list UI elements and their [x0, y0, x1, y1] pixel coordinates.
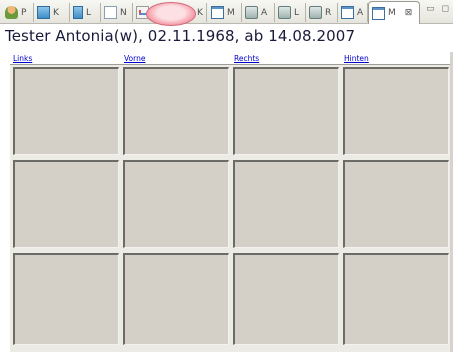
column-link-hinten[interactable]: Hinten [344, 54, 369, 63]
tab-label: M [388, 8, 396, 18]
piggy-bank-icon[interactable] [146, 2, 196, 26]
tab-a[interactable]: A [242, 3, 275, 22]
image-cell-rechts-1[interactable] [233, 67, 339, 155]
tab-label: K [197, 7, 203, 18]
printer-icon [278, 6, 291, 19]
image-cell-hinten-1[interactable] [343, 67, 449, 155]
tab-r[interactable]: R [306, 3, 338, 22]
editor-tab-bar: P K L N B K M A L R A M ⊠ ▭ [0, 0, 453, 26]
person-icon [5, 6, 18, 19]
image-cell-hinten-3[interactable] [343, 253, 449, 345]
tab-label: K [53, 7, 59, 18]
tab-label: A [357, 7, 364, 18]
image-cell-vorne-3[interactable] [123, 253, 229, 345]
image-cell-rechts-2[interactable] [233, 160, 339, 248]
image-cell-rechts-3[interactable] [233, 253, 339, 345]
document-icon [104, 6, 117, 19]
column-header-links: Links [10, 52, 121, 65]
close-icon[interactable]: ⊠ [405, 8, 413, 18]
image-cell-vorne-2[interactable] [123, 160, 229, 248]
tab-l2[interactable]: L [275, 3, 306, 22]
tab-k2[interactable]: K [194, 3, 207, 22]
window-icon [211, 6, 224, 19]
tab-n[interactable]: N [101, 3, 133, 22]
tab-label: R [325, 7, 332, 18]
computer-icon [37, 6, 50, 19]
tab-k[interactable]: K [34, 3, 70, 22]
tab-l[interactable]: L [70, 3, 101, 22]
printer-icon [245, 6, 258, 19]
tab-m[interactable]: M [208, 3, 242, 22]
printer-icon [309, 6, 322, 19]
tab-label: L [294, 7, 300, 18]
image-cell-links-1[interactable] [13, 67, 119, 155]
tab-label: N [120, 7, 127, 18]
tab-label: P [21, 7, 27, 18]
image-cell-vorne-1[interactable] [123, 67, 229, 155]
column-header-rechts: Rechts [231, 52, 341, 65]
image-cell-links-3[interactable] [13, 253, 119, 345]
image-cell-links-2[interactable] [13, 160, 119, 248]
column-header-hinten: Hinten [341, 52, 450, 65]
tab-label: L [86, 7, 92, 18]
minimize-maximize-icon[interactable]: ▭ ◻ [426, 4, 451, 14]
column-header-vorne: Vorne [121, 52, 231, 65]
column-link-vorne[interactable]: Vorne [124, 54, 145, 63]
tab-label: M [227, 7, 235, 18]
document-blue-icon [73, 6, 83, 19]
tab-a2[interactable]: A [338, 3, 368, 22]
tab-label: A [261, 7, 268, 18]
image-cell-hinten-2[interactable] [343, 160, 449, 248]
window-icon [341, 6, 354, 19]
tab-m-active[interactable]: M ⊠ [368, 1, 420, 24]
column-link-rechts[interactable]: Rechts [234, 54, 259, 63]
window-icon [372, 6, 385, 20]
patient-title: Tester Antonia(w), 02.11.1968, ab 14.08.… [5, 27, 356, 45]
column-link-links[interactable]: Links [13, 54, 32, 63]
tab-p[interactable]: P [2, 3, 34, 22]
